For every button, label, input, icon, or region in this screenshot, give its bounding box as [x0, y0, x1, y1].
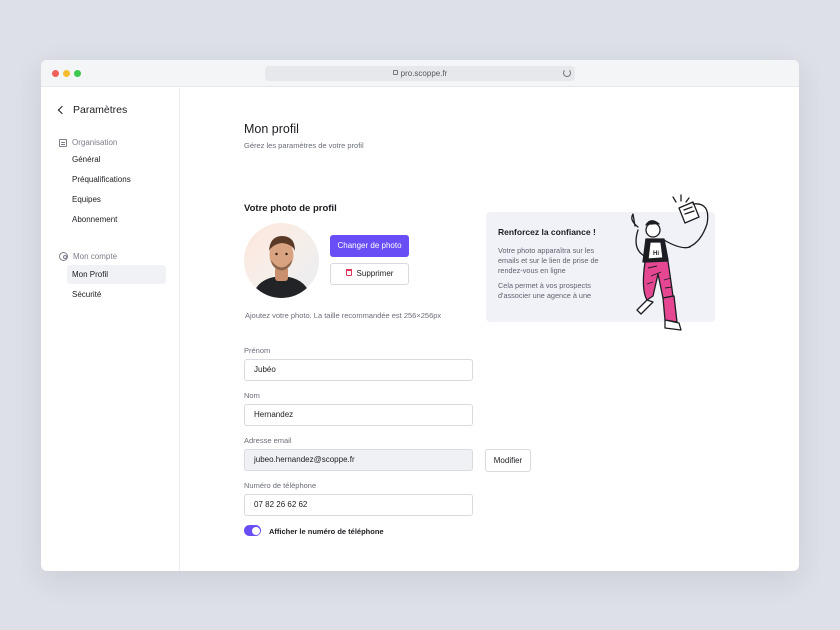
avatar-portrait [252, 236, 311, 298]
profile-avatar [244, 223, 319, 298]
illustration-hi-text: Hi [653, 251, 659, 257]
trash-icon [345, 269, 352, 277]
lock-icon [392, 70, 398, 76]
email-input: jubeo.hernandez@scoppe.fr [244, 449, 473, 471]
sidebar-item-equipes[interactable]: Equipes [67, 190, 166, 209]
page-title: Mon profil [244, 122, 299, 136]
last-name-label: Nom [244, 391, 260, 400]
browser-window: pro.scoppe.fr Paramètres Organisation Gé… [41, 60, 799, 571]
browser-titlebar: pro.scoppe.fr [41, 60, 799, 87]
delete-photo-button[interactable]: Supprimer [330, 263, 409, 285]
info-card-text-1: Votre photo apparaîtra sur les emails et… [498, 246, 599, 275]
sidebar-title: Paramètres [73, 104, 128, 116]
section-organisation: Organisation [59, 138, 117, 147]
back-button[interactable]: Paramètres [57, 104, 128, 116]
url-text: pro.scoppe.fr [400, 69, 448, 78]
section-mon-compte-label: Mon compte [73, 252, 118, 261]
minimize-window-button[interactable] [63, 70, 70, 77]
sidebar-item-general[interactable]: Général [67, 150, 166, 169]
sidebar-item-securite[interactable]: Sécurité [67, 285, 166, 304]
photo-hint: Ajoutez votre photo. La taille recommand… [245, 311, 442, 320]
section-mon-compte: Mon compte [59, 252, 117, 261]
address-bar[interactable]: pro.scoppe.fr [265, 66, 575, 81]
photo-section-title: Votre photo de profil [244, 203, 337, 214]
chevron-left-icon [57, 105, 67, 115]
sidebar-item-mon-profil[interactable]: Mon Profil [67, 265, 166, 284]
show-phone-toggle[interactable] [244, 525, 261, 536]
first-name-input[interactable]: Jubéo [244, 359, 473, 381]
section-organisation-label: Organisation [72, 138, 118, 147]
delete-photo-label: Supprimer [356, 269, 394, 278]
info-card-title: Renforcez la confiance ! [498, 227, 596, 237]
building-icon [59, 138, 67, 147]
email-label: Adresse email [244, 436, 292, 445]
info-card-text-2: Cela permet à vos prospects d'associer u… [498, 281, 592, 300]
sidebar-item-abonnement[interactable]: Abonnement [67, 210, 166, 229]
last-name-input[interactable]: Hernandez [244, 404, 473, 426]
maximize-window-button[interactable] [74, 70, 81, 77]
modify-email-button[interactable]: Modifier [485, 449, 531, 472]
selfie-person-illustration: Hi [631, 194, 709, 331]
sidebar-item-prequalifications[interactable]: Préqualifications [67, 170, 166, 189]
show-phone-label: Afficher le numéro de téléphone [269, 527, 384, 536]
settings-sidebar: Paramètres Organisation Général Préquali… [41, 88, 180, 571]
phone-input[interactable]: 07 82 26 62 62 [244, 494, 473, 516]
user-circle-icon [59, 252, 68, 261]
first-name-label: Prénom [244, 346, 271, 355]
change-photo-button[interactable]: Changer de photo [330, 235, 409, 257]
close-window-button[interactable] [52, 70, 59, 77]
phone-label: Numéro de téléphone [244, 481, 317, 490]
page-subtitle: Gérez les paramètres de votre profil [244, 141, 364, 150]
reload-icon[interactable] [563, 69, 571, 77]
